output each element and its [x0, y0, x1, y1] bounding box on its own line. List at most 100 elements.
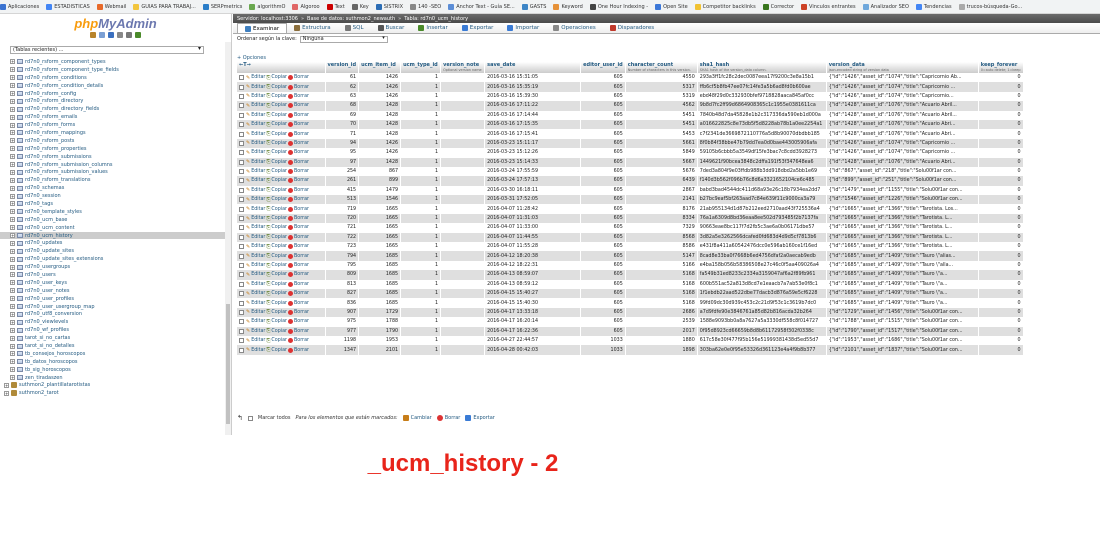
delete-link[interactable]: Borrar [294, 244, 309, 249]
table-cell[interactable] [440, 101, 486, 111]
copy-link[interactable]: Copiar [271, 310, 287, 315]
bookmark-item[interactable]: One Hour Indexing - [589, 3, 648, 10]
table-cell[interactable]: 5168 [625, 279, 698, 289]
table-cell[interactable]: {"id":"1788","asset_id":"1515","title":"… [826, 317, 979, 327]
delete-icon[interactable] [288, 234, 293, 240]
copy-icon[interactable]: ⎘ [266, 338, 270, 344]
table-cell[interactable]: 71 [325, 129, 360, 139]
delete-icon[interactable] [288, 338, 293, 344]
sidebar-table-item[interactable]: + rd7n0_wf_profiles [0, 326, 231, 334]
table-cell[interactable]: 62 [325, 82, 360, 92]
copy-link[interactable]: Copiar [271, 141, 287, 146]
bookmark-item[interactable]: trucos-búsqueda-Go... [958, 3, 1022, 10]
table-cell[interactable]: e4ba158b056b58386508e27c46c0f5aa409026a4 [697, 260, 827, 271]
copy-icon[interactable]: ⎘ [266, 75, 270, 81]
column-header[interactable]: save_date [484, 62, 582, 73]
delete-link[interactable]: Borrar [294, 319, 309, 324]
expand-icon[interactable]: + [10, 240, 15, 246]
delete-link[interactable]: Borrar [294, 141, 309, 146]
table-cell[interactable]: 975 [325, 317, 360, 327]
table-cell[interactable]: 720 [325, 213, 360, 224]
pencil-icon[interactable]: ✎ [246, 150, 250, 156]
bookmark-item[interactable]: Aplicaciones [0, 3, 39, 10]
expand-icon[interactable]: + [10, 106, 15, 112]
row-checkbox[interactable] [239, 187, 244, 193]
table-cell[interactable]: 0 [978, 166, 1024, 177]
table-cell[interactable]: babd3bad4544dc411d68a93e26c18b7934ea2dd7 [697, 185, 827, 196]
table-cell[interactable]: {"id":"1665","asset_id":"1366","title":"… [826, 213, 979, 224]
copy-icon[interactable]: ⎘ [266, 225, 270, 231]
table-cell[interactable]: 605 [580, 260, 626, 271]
table-cell[interactable]: 1 [400, 307, 442, 318]
pencil-icon[interactable]: ✎ [246, 272, 250, 278]
table-cell[interactable]: 1685 [358, 251, 402, 261]
breadcrumb-database[interactable]: Base de datos: suthmon2_newauth [307, 16, 395, 22]
table-cell[interactable]: 2016-04-07 11:28:42 [484, 204, 582, 214]
row-checkbox[interactable] [239, 178, 244, 184]
expand-icon[interactable]: + [10, 209, 15, 215]
table-cell[interactable]: 1033 [580, 335, 626, 346]
table-cell[interactable]: {"id":"1685","asset_id":"1409","title":"… [826, 298, 979, 308]
copy-icon[interactable]: ⎘ [266, 319, 270, 325]
table-cell[interactable]: ffb6cf5b8fb47ee07fc14fe3a5b6ad8fd0b600ae [697, 82, 827, 92]
expand-icon[interactable]: + [10, 201, 15, 207]
delete-link[interactable]: Borrar [294, 348, 309, 353]
table-cell[interactable]: 719 [325, 204, 360, 214]
sidebar-table-item[interactable]: + rd7n0_update_sites_extensions [0, 255, 231, 263]
table-cell[interactable]: 5317 [625, 82, 698, 92]
table-cell[interactable]: 1 [400, 185, 442, 196]
edit-link[interactable]: Editar [251, 160, 265, 165]
row-checkbox[interactable] [239, 263, 244, 268]
table-cell[interactable]: 2016-03-24 17:57:13 [484, 176, 582, 186]
tab-item[interactable]: Disparadores [603, 23, 661, 33]
table-cell[interactable]: 0 [978, 73, 1024, 83]
row-checkbox[interactable] [239, 122, 244, 128]
table-cell[interactable]: {"id":"1685","asset_id":"1409","title":"… [826, 251, 979, 261]
copy-icon[interactable]: ⎘ [266, 263, 270, 269]
table-cell[interactable]: 721 [325, 223, 360, 233]
table-cell[interactable]: 4562 [625, 101, 698, 111]
delete-icon[interactable] [288, 131, 293, 137]
table-cell[interactable]: {"id":"899","asset_id":"251","title":"So… [826, 176, 979, 186]
table-cell[interactable]: 1685 [358, 288, 402, 299]
table-cell[interactable] [440, 260, 486, 271]
sidebar-table-item[interactable]: + rd7n0_user_usergroup_map [0, 303, 231, 311]
table-cell[interactable]: 2016-04-17 16:20:14 [484, 317, 582, 327]
table-cell[interactable]: 605 [580, 242, 626, 252]
row-checkbox[interactable] [239, 319, 244, 325]
table-cell[interactable]: 605 [580, 110, 626, 120]
edit-link[interactable]: Editar [251, 178, 265, 183]
table-cell[interactable]: 1 [400, 148, 442, 158]
bookmark-item[interactable]: algorithmO [249, 3, 285, 10]
delete-icon[interactable] [288, 178, 293, 184]
table-cell[interactable]: 1 [400, 157, 442, 167]
pencil-icon[interactable]: ✎ [246, 319, 250, 325]
row-checkbox[interactable] [239, 131, 244, 137]
edit-link[interactable]: Editar [251, 113, 265, 118]
copy-link[interactable]: Copiar [271, 216, 287, 221]
edit-link[interactable]: Editar [251, 254, 265, 259]
check-all-label[interactable]: Marcar todos [258, 415, 291, 421]
table-cell[interactable]: 2016-03-23 15:14:33 [484, 157, 582, 167]
table-cell[interactable]: c7f2341de3669872110776a5d8b90070dbdbb185 [697, 129, 827, 139]
table-cell[interactable]: 605 [580, 317, 626, 327]
sidebar-table-item[interactable]: + rd7n0_tags [0, 200, 231, 208]
table-cell[interactable]: 8f0b84f38bbe47b79dd7ea0d0bae443005906afa [697, 138, 827, 149]
expand-icon[interactable]: + [10, 233, 15, 239]
sidebar-table-item[interactable]: + rd7n0_rsform_properties [0, 145, 231, 153]
expand-icon[interactable]: + [10, 217, 15, 223]
table-cell[interactable]: 61 [325, 73, 360, 83]
table-cell[interactable]: 5168 [625, 298, 698, 308]
sidebar-table-item[interactable]: + tarot_si_no_cartas [0, 334, 231, 342]
table-cell[interactable]: 605 [580, 288, 626, 299]
expand-icon[interactable]: + [10, 367, 15, 373]
row-checkbox[interactable] [239, 140, 244, 146]
expand-icon[interactable]: + [10, 162, 15, 168]
expand-icon[interactable]: + [10, 264, 15, 270]
table-cell[interactable]: {"id":"1665","asset_id":"1366","title":"… [826, 242, 979, 252]
table-cell[interactable]: 2539 [625, 317, 698, 327]
table-cell[interactable] [440, 298, 486, 308]
table-cell[interactable]: 69 [325, 110, 360, 120]
table-cell[interactable]: 809 [325, 270, 360, 280]
table-cell[interactable]: {"id":"1953","asset_id":"1686","title":"… [826, 335, 979, 346]
